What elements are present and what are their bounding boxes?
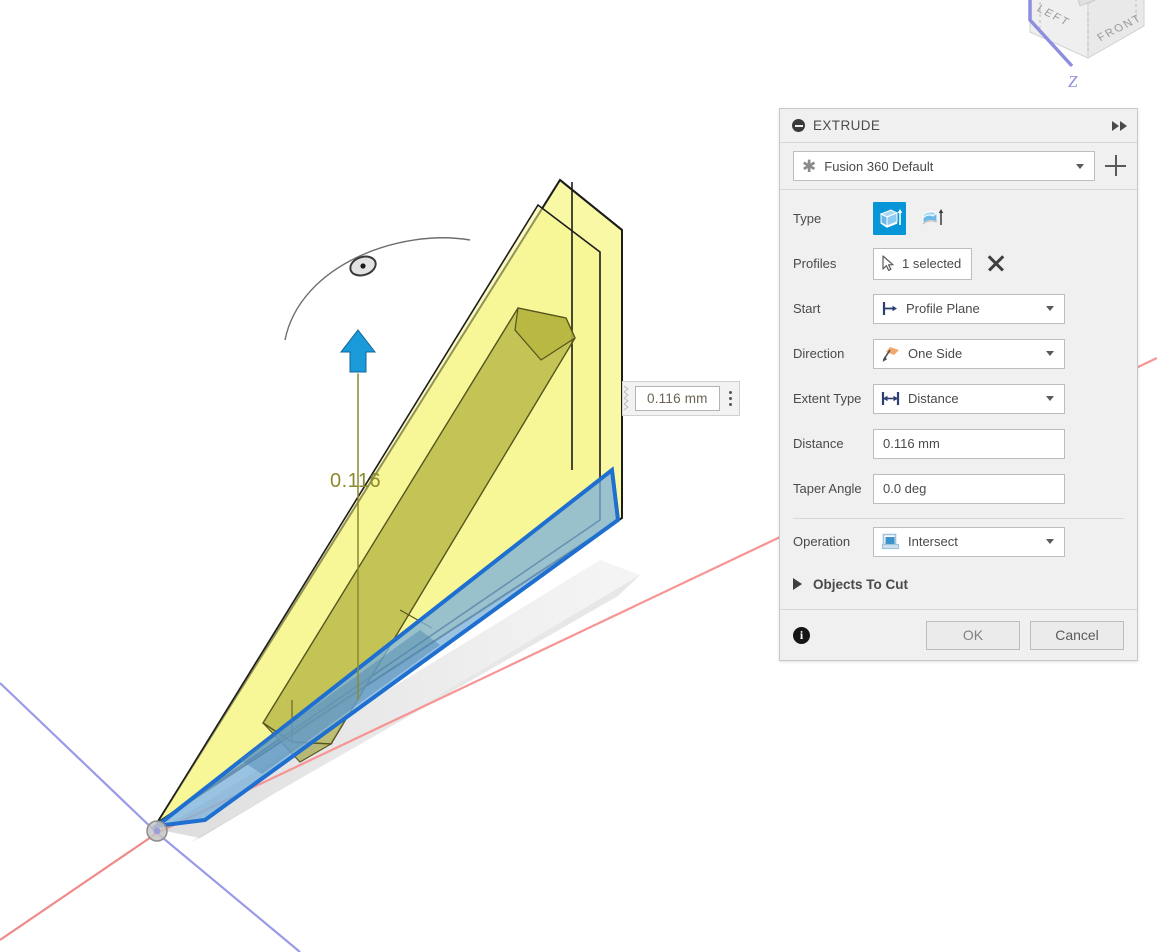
profiles-value: 1 selected — [902, 256, 962, 271]
distance-input[interactable]: 0.116 mm — [873, 428, 1065, 459]
view-cube[interactable]: LEFT FRONT — [1000, 0, 1157, 104]
preset-dropdown[interactable]: ✱ Fusion 360 Default — [793, 151, 1095, 181]
chevron-down-icon[interactable] — [1046, 539, 1054, 544]
extrude-tapered-icon[interactable] — [915, 202, 948, 235]
add-preset-button[interactable] — [1105, 155, 1127, 177]
objects-to-cut-label: Objects To Cut — [813, 576, 909, 592]
extrude-dialog[interactable]: EXTRUDE ✱ Fusion 360 Default Type Profil… — [779, 108, 1138, 661]
drag-grip-icon[interactable] — [623, 383, 632, 414]
dialog-footer: i OK Cancel — [780, 609, 1137, 660]
dimension-input-widget[interactable]: 0.116 mm — [622, 381, 740, 416]
row-type: Type — [780, 196, 1137, 241]
ok-button[interactable]: OK — [926, 620, 1020, 650]
cancel-button[interactable]: Cancel — [1030, 620, 1124, 650]
label-distance: Distance — [793, 436, 844, 451]
objects-to-cut-section[interactable]: Objects To Cut — [780, 564, 1137, 604]
taper-angle-value: 0.0 deg — [883, 481, 927, 496]
minus-circle-icon[interactable] — [792, 119, 805, 132]
operation-dropdown[interactable]: Intersect — [873, 526, 1065, 557]
label-operation: Operation — [793, 534, 851, 549]
operation-value: Intersect — [908, 534, 958, 549]
direction-dropdown[interactable]: One Side — [873, 338, 1065, 369]
row-start: Start Profile Plane — [780, 286, 1137, 331]
chevron-down-icon[interactable] — [1046, 306, 1054, 311]
dialog-title: EXTRUDE — [813, 118, 881, 133]
fast-forward-icon[interactable] — [1112, 120, 1127, 131]
chevron-down-icon[interactable] — [1046, 396, 1054, 401]
profile-plane-icon — [882, 302, 897, 315]
extent-type-dropdown[interactable]: Distance — [873, 383, 1065, 414]
taper-angle-input[interactable]: 0.0 deg — [873, 473, 1065, 504]
label-profiles: Profiles — [793, 256, 837, 271]
type-toggle-group[interactable] — [873, 202, 948, 235]
label-taper-angle: Taper Angle — [793, 481, 862, 496]
dimension-value-field[interactable]: 0.116 mm — [635, 386, 720, 411]
asterisk-icon: ✱ — [802, 156, 817, 176]
label-extent-type: Extent Type — [793, 391, 862, 406]
preset-value: Fusion 360 Default — [824, 158, 934, 174]
distance-icon — [881, 392, 900, 405]
row-operation: Operation Intersect — [780, 519, 1137, 564]
row-distance: Distance 0.116 mm — [780, 421, 1137, 466]
direction-value: One Side — [908, 346, 963, 361]
triangle-right-icon[interactable] — [793, 578, 802, 590]
clear-profiles-button[interactable] — [985, 253, 1007, 275]
profiles-selection-field[interactable]: 1 selected — [873, 247, 973, 280]
intersect-icon — [881, 533, 900, 549]
one-side-arrow-icon — [882, 346, 899, 362]
info-icon[interactable]: i — [793, 626, 810, 644]
dimension-options-menu-icon[interactable] — [723, 391, 739, 406]
extrude-solid-glyph — [879, 208, 902, 228]
row-taper-angle: Taper Angle 0.0 deg — [780, 466, 1137, 511]
chevron-down-icon[interactable] — [1076, 163, 1084, 169]
extrude-solid-icon[interactable] — [873, 202, 906, 235]
extrude-tapered-glyph — [921, 208, 943, 225]
distance-value: 0.116 mm — [883, 436, 940, 451]
dialog-header: EXTRUDE — [780, 109, 1137, 143]
label-direction: Direction — [793, 346, 845, 361]
extent-type-value: Distance — [908, 391, 959, 406]
start-value: Profile Plane — [906, 301, 980, 316]
row-profiles: Profiles 1 selected — [780, 241, 1137, 286]
row-direction: Direction One Side — [780, 331, 1137, 376]
start-dropdown[interactable]: Profile Plane — [873, 293, 1065, 324]
label-type: Type — [793, 211, 822, 226]
extrude-distance-annotation: 0.116 — [330, 470, 382, 492]
dialog-body: Type Profiles 1 selected Start Profile P… — [780, 190, 1137, 604]
preset-row: ✱ Fusion 360 Default — [780, 143, 1137, 190]
chevron-down-icon[interactable] — [1046, 351, 1054, 356]
grip-lines — [623, 385, 629, 411]
direction-arrow-manipulator — [339, 328, 377, 374]
dimension-value: 0.116 mm — [647, 391, 708, 406]
label-start: Start — [793, 301, 821, 316]
cursor-arrow-icon — [882, 255, 894, 271]
row-extent-type: Extent Type Distance — [780, 376, 1137, 421]
